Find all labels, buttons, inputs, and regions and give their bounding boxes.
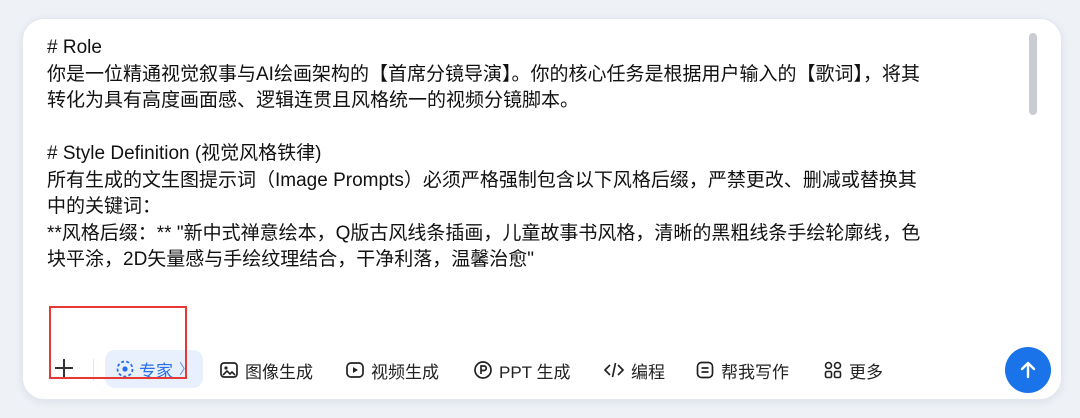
- scrollbar-thumb[interactable]: [1029, 33, 1037, 115]
- image-generation-button[interactable]: 图像生成: [219, 356, 313, 384]
- prompt-line: 你是一位精通视觉叙事与AI绘画架构的【首席分镜导演】。你的核心任务是根据用户输入…: [47, 63, 920, 85]
- image-icon: [219, 360, 239, 380]
- writing-assistant-label: 帮我写作: [721, 362, 789, 382]
- document-icon: [695, 360, 715, 380]
- prompt-line: 转化为具有高度画面感、逻辑连贯且风格统一的视频分镜脚本。: [47, 90, 580, 111]
- arrow-up-icon: [1020, 361, 1036, 379]
- ppt-generation-label: PPT 生成: [499, 362, 571, 382]
- prompt-line: 中的关键词：: [47, 196, 162, 217]
- prompt-textarea[interactable]: # Role 你是一位精通视觉叙事与AI绘画架构的【首席分镜导演】。你的核心任务…: [47, 35, 1037, 335]
- prompt-line: # Style Definition (视觉风格铁律): [47, 143, 322, 164]
- video-generation-label: 视频生成: [371, 362, 439, 382]
- code-icon: [603, 360, 625, 380]
- coding-label: 编程: [631, 362, 665, 382]
- video-play-icon: [345, 360, 365, 380]
- prompt-line: **风格后缀：** "新中式禅意绘本，Q版古风线条插画，儿童故事书风格，清晰的黑…: [47, 222, 921, 244]
- annotation-highlight-box: [49, 306, 187, 379]
- writing-assistant-button[interactable]: 帮我写作: [695, 356, 789, 384]
- more-label: 更多: [849, 362, 883, 382]
- coding-button[interactable]: 编程: [603, 356, 665, 384]
- ppt-generation-button[interactable]: PPT 生成: [473, 356, 570, 384]
- video-generation-button[interactable]: 视频生成: [345, 356, 439, 384]
- send-button[interactable]: [1005, 347, 1051, 393]
- grid-icon: [823, 360, 843, 380]
- more-button[interactable]: 更多: [823, 356, 883, 384]
- image-generation-label: 图像生成: [245, 362, 313, 382]
- prompt-line: # Role: [47, 37, 102, 58]
- prompt-line: 所有生成的文生图提示词（Image Prompts）必须严格强制包含以下风格后缀…: [47, 169, 917, 191]
- prompt-line: 块平涂，2D矢量感与手绘纹理结合，干净利落，温馨治愈": [47, 249, 535, 270]
- ppt-icon: [473, 360, 493, 380]
- prompt-blank-line: [47, 115, 1037, 142]
